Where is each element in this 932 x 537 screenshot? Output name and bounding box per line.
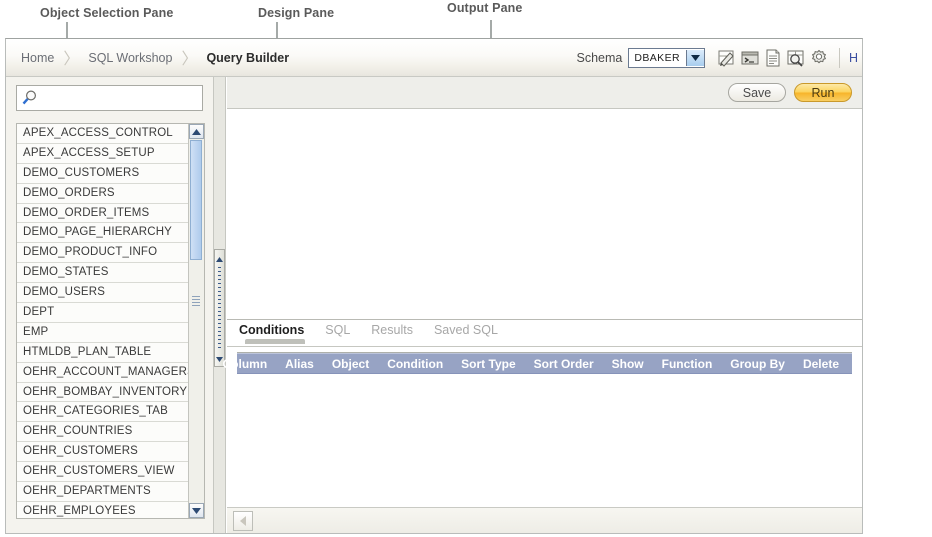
sql-scripts-icon[interactable] (763, 48, 783, 68)
list-item[interactable]: OEHR_BOMBAY_INVENTORY (17, 382, 188, 403)
schema-select-value: DBAKER (634, 52, 680, 64)
list-item[interactable]: OEHR_CUSTOMERS (17, 442, 188, 463)
column-header-column[interactable]: Column (213, 357, 276, 371)
list-item[interactable]: DEMO_USERS (17, 283, 188, 304)
list-item[interactable]: OEHR_ACCOUNT_MANAGERS (17, 362, 188, 383)
list-item[interactable]: OEHR_DEPARTMENTS (17, 482, 188, 502)
application-toolbar: Home 〉 SQL Workshop 〉 Query Builder Sche… (6, 39, 862, 77)
chevron-left-icon[interactable] (233, 511, 253, 531)
breadcrumb-item-sql-workshop[interactable]: SQL Workshop (86, 51, 174, 65)
splitter-handle[interactable] (214, 249, 225, 367)
query-builder-icon[interactable] (786, 48, 806, 68)
chevron-down-icon (685, 50, 704, 66)
output-pane-tabs: Conditions SQL Results Saved SQL (227, 320, 862, 347)
list-item[interactable]: HTMLDB_PLAN_TABLE (17, 342, 188, 363)
list-item[interactable]: DEMO_STATES (17, 263, 188, 284)
list-item[interactable]: APEX_ACCESS_SETUP (17, 143, 188, 164)
column-header-alias[interactable]: Alias (276, 357, 323, 371)
query-builder-window: Home 〉 SQL Workshop 〉 Query Builder Sche… (5, 38, 863, 534)
column-header-function[interactable]: Function (653, 357, 722, 371)
object-list[interactable]: APEX_ACCESS_CONTROL APEX_ACCESS_SETUP DE… (17, 124, 188, 518)
output-pane: Conditions SQL Results Saved SQL Column … (222, 320, 862, 533)
output-pane-footer (227, 507, 862, 533)
callout-object-selection-pane: Object Selection Pane (40, 6, 174, 20)
schema-select[interactable]: DBAKER (628, 48, 705, 68)
object-search-area (6, 77, 213, 118)
column-header-delete[interactable]: Delete (794, 357, 848, 371)
splitter-grip (218, 267, 221, 349)
list-item[interactable]: DEMO_ORDERS (17, 183, 188, 204)
tab-conditions[interactable]: Conditions (237, 320, 313, 344)
run-button[interactable]: Run (794, 83, 852, 102)
toolbar-divider (838, 48, 840, 68)
design-pane-toolbar: Save Run (227, 77, 862, 109)
list-item[interactable]: DEPT (17, 303, 188, 323)
list-item[interactable]: EMP (17, 322, 188, 343)
conditions-grid: Column Alias Object Condition Sort Type … (222, 352, 852, 526)
column-header-condition[interactable]: Condition (378, 357, 452, 371)
toolbar-icon-group (717, 48, 829, 68)
list-item[interactable]: APEX_ACCESS_CONTROL (17, 124, 188, 144)
column-header-object[interactable]: Object (323, 357, 378, 371)
tab-saved-sql[interactable]: Saved SQL (432, 320, 507, 337)
list-item[interactable]: DEMO_PAGE_HIERARCHY (17, 223, 188, 244)
chevron-up-icon[interactable] (189, 124, 204, 139)
design-canvas[interactable] (227, 109, 862, 320)
list-item[interactable]: OEHR_CATEGORIES_TAB (17, 402, 188, 423)
list-item[interactable]: DEMO_CUSTOMERS (17, 163, 188, 184)
object-list-container: APEX_ACCESS_CONTROL APEX_ACCESS_SETUP DE… (16, 123, 205, 519)
workspace-body: APEX_ACCESS_CONTROL APEX_ACCESS_SETUP DE… (6, 77, 862, 533)
column-header-sort-order[interactable]: Sort Order (525, 357, 603, 371)
schema-label: Schema (576, 51, 623, 65)
scrollbar-thumb[interactable] (190, 140, 202, 260)
help-link[interactable]: H (849, 51, 858, 65)
tab-results[interactable]: Results (369, 320, 422, 337)
breadcrumb-item-query-builder: Query Builder (206, 51, 290, 65)
create-object-icon[interactable] (717, 48, 737, 68)
callout-design-pane: Design Pane (258, 6, 335, 20)
object-list-scrollbar[interactable] (188, 124, 204, 518)
utilities-gear-icon[interactable] (809, 48, 829, 68)
tab-sql[interactable]: SQL (323, 320, 359, 337)
list-item[interactable]: OEHR_COUNTRIES (17, 422, 188, 443)
breadcrumb-separator-icon: 〉 (63, 51, 80, 68)
breadcrumb-item-home[interactable]: Home (19, 51, 56, 65)
object-selection-pane: APEX_ACCESS_CONTROL APEX_ACCESS_SETUP DE… (6, 77, 214, 533)
search-icon (21, 89, 39, 107)
conditions-grid-body (237, 374, 852, 526)
pane-splitter[interactable] (214, 77, 226, 533)
column-header-sort-type[interactable]: Sort Type (452, 357, 524, 371)
design-pane: Save Run (227, 77, 862, 320)
callout-output-pane: Output Pane (447, 1, 523, 15)
list-item[interactable]: OEHR_EMPLOYEES (17, 501, 188, 518)
search-box[interactable] (16, 85, 203, 111)
conditions-grid-header: Column Alias Object Condition Sort Type … (222, 353, 852, 374)
breadcrumb-separator-icon: 〉 (181, 51, 198, 68)
list-item[interactable]: DEMO_PRODUCT_INFO (17, 243, 188, 264)
save-button[interactable]: Save (728, 83, 786, 102)
right-panes: Save Run Conditions SQL Results Saved SQ… (222, 77, 862, 533)
search-input[interactable] (39, 87, 202, 109)
list-item[interactable]: OEHR_CUSTOMERS_VIEW (17, 462, 188, 483)
breadcrumb: Home 〉 SQL Workshop 〉 Query Builder (19, 39, 291, 77)
list-item[interactable]: DEMO_ORDER_ITEMS (17, 203, 188, 224)
scrollbar-grip (192, 296, 200, 306)
column-header-show[interactable]: Show (603, 357, 653, 371)
splitter-arrow-up-icon (216, 251, 223, 265)
sql-command-icon[interactable] (740, 48, 760, 68)
chevron-down-icon[interactable] (189, 503, 204, 518)
column-header-group-by[interactable]: Group By (721, 357, 794, 371)
toolbar-right-group: Schema DBAKER H (577, 39, 862, 77)
